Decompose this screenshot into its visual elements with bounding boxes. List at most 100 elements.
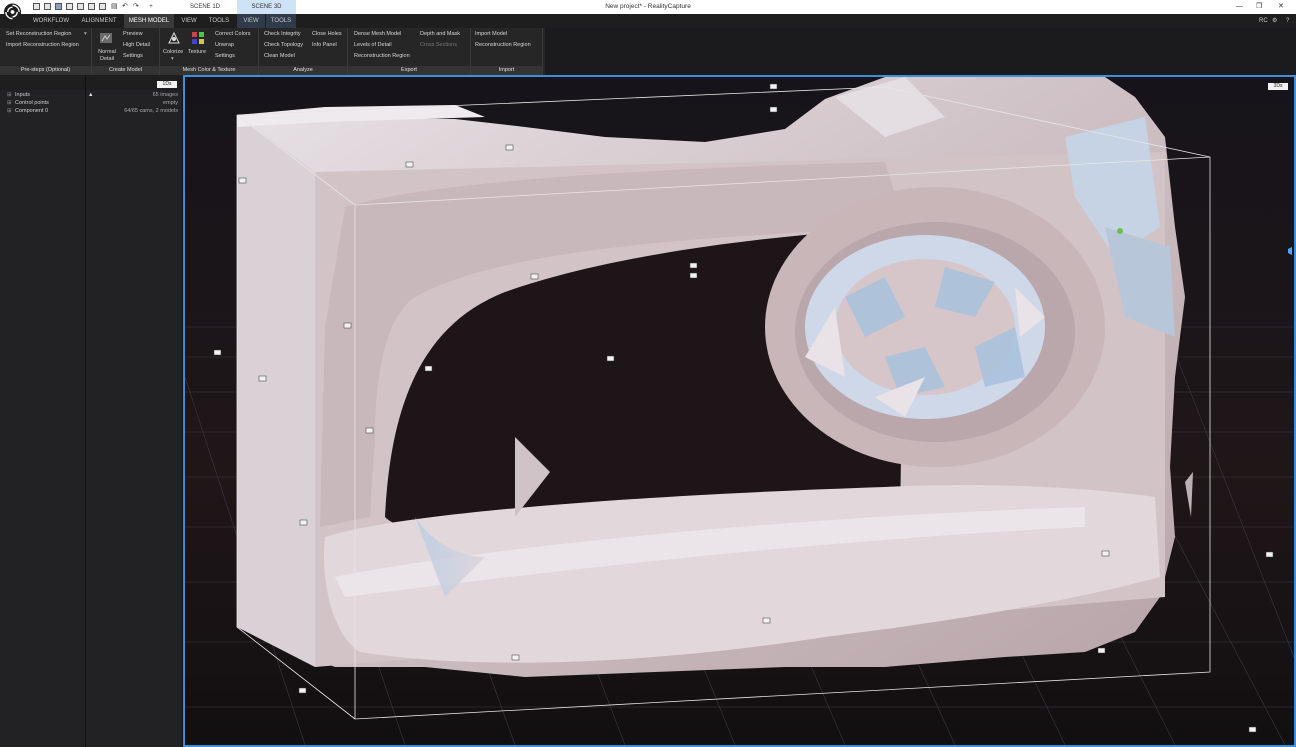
preview-button[interactable]: Preview <box>123 31 143 38</box>
camera-icon[interactable] <box>689 262 698 269</box>
expand-icon[interactable]: ⊞ <box>7 108 12 115</box>
camera-icon[interactable] <box>1265 551 1274 558</box>
project-tree-panel: 1Ds ⊞ Inputs ▲ 65 images ⊞ Control point… <box>0 75 183 747</box>
tab-tools[interactable]: TOOLS <box>204 14 234 28</box>
cross-sections-button[interactable]: Cross Sections <box>420 42 457 49</box>
camera-icon[interactable] <box>1097 647 1106 654</box>
normal-detail-icon[interactable] <box>99 31 113 45</box>
camera-icon[interactable] <box>238 177 247 184</box>
mesh-model[interactable] <box>237 77 1193 677</box>
tree-value-control-points: empty <box>163 100 178 106</box>
texture-icon[interactable] <box>191 31 205 45</box>
camera-icon[interactable] <box>343 322 352 329</box>
normal-detail-label-1[interactable]: Normal <box>97 49 117 56</box>
camera-icon[interactable] <box>769 83 778 90</box>
group-caption: Analyze <box>259 66 347 75</box>
main-tab-bar: WORKFLOW ALIGNMENT MESH MODEL VIEW TOOLS… <box>0 14 1296 28</box>
create-settings-button[interactable]: Settings <box>123 53 143 60</box>
camera-icon[interactable] <box>213 349 222 356</box>
dropdown-arrow-icon[interactable]: ▾ <box>84 31 87 38</box>
tab-scene-tools[interactable]: TOOLS <box>266 14 296 28</box>
minimize-icon[interactable]: — <box>1236 0 1243 14</box>
selected-camera-icon[interactable] <box>1117 228 1123 234</box>
colorize-dropdown-icon[interactable]: ▾ <box>171 56 174 63</box>
column-separator[interactable] <box>85 75 86 747</box>
warning-icon: ▲ <box>88 92 94 98</box>
close-holes-button[interactable]: Close Holes <box>312 31 342 38</box>
group-export: Dense Mesh Model Levels of Detail Recons… <box>348 28 471 75</box>
camera-icon[interactable] <box>298 687 307 694</box>
texture-settings-button[interactable]: Settings <box>215 53 235 60</box>
tree-item-component[interactable]: Component 0 <box>15 108 48 115</box>
viewport-3d[interactable]: 3Ds <box>183 75 1296 747</box>
import-reconstruction-region-button[interactable]: Import Reconstruction Region <box>6 42 79 49</box>
expand-icon[interactable]: ⊞ <box>7 100 12 107</box>
camera-icon[interactable] <box>299 519 308 526</box>
realitycapture-logo-icon[interactable] <box>3 2 22 22</box>
view-1ds-button[interactable]: 1Ds <box>157 81 177 88</box>
camera-icon[interactable] <box>258 375 267 382</box>
expand-icon[interactable]: ⊞ <box>7 92 12 99</box>
colorize-button[interactable]: Colorize <box>163 49 183 56</box>
clean-model-button[interactable]: Clean Model <box>264 53 295 60</box>
user-badge[interactable]: RC <box>1259 14 1268 28</box>
view-3ds-button[interactable]: 3Ds <box>1268 83 1288 90</box>
settings-icon[interactable]: ⚙ <box>1272 14 1277 28</box>
correct-colors-button[interactable]: Correct Colors <box>215 31 250 38</box>
high-detail-button[interactable]: High Detail <box>123 42 150 49</box>
camera-icon[interactable] <box>365 427 374 434</box>
tab-scene-view[interactable]: VIEW <box>237 14 265 28</box>
camera-icon[interactable] <box>1101 550 1110 557</box>
import-region-button[interactable]: Reconstruction Region <box>475 42 531 49</box>
camera-icon[interactable] <box>606 355 615 362</box>
maximize-icon[interactable]: ❐ <box>1256 0 1262 14</box>
group-analyze: Check Integrity Check Topology Clean Mod… <box>259 28 348 75</box>
group-create-model: Normal Detail Preview High Detail Settin… <box>92 28 160 75</box>
set-reconstruction-region-button[interactable]: Set Reconstruction Region <box>6 31 71 38</box>
tab-workflow[interactable]: WORKFLOW <box>28 14 74 28</box>
camera-icon[interactable] <box>762 617 771 624</box>
camera-icon[interactable] <box>1248 726 1257 733</box>
scene-3d-canvas[interactable] <box>185 77 1294 745</box>
tree-item-control-points[interactable]: Control points <box>15 100 49 107</box>
group-pre-steps: Set Reconstruction Region Import Reconst… <box>0 28 92 75</box>
group-caption: Export <box>348 66 470 75</box>
tab-alignment[interactable]: ALIGNMENT <box>78 14 120 28</box>
info-panel-button[interactable]: Info Panel <box>312 42 337 49</box>
texture-button[interactable]: Texture <box>188 49 206 56</box>
depth-and-mask-button[interactable]: Depth and Mask <box>420 31 460 38</box>
help-icon[interactable]: ? <box>1286 14 1289 28</box>
check-topology-button[interactable]: Check Topology <box>264 42 303 49</box>
normal-detail-label-2[interactable]: Detail <box>97 56 117 63</box>
group-caption: Pre-steps (Optional) <box>0 66 91 75</box>
group-mesh-color-texture: Colorize ▾ Texture Correct Colors Unwrap… <box>160 28 259 75</box>
group-caption: Create Model <box>92 66 159 75</box>
colorize-icon[interactable] <box>167 31 181 45</box>
close-icon[interactable]: ✕ <box>1278 0 1284 14</box>
unwrap-button[interactable]: Unwrap <box>215 42 234 49</box>
camera-icon[interactable] <box>424 365 433 372</box>
tree-item-inputs[interactable]: Inputs <box>15 92 30 99</box>
panel-header <box>0 75 183 90</box>
window-title: New project* - RealityCapture <box>605 3 691 10</box>
group-caption: Import <box>471 66 542 75</box>
check-integrity-button[interactable]: Check Integrity <box>264 31 301 38</box>
import-model-button[interactable]: Import Model <box>475 31 507 38</box>
title-bar: ▤ ↶ ↷ + SCENE 1D SCENE 3D New project* -… <box>0 0 1296 21</box>
dense-mesh-model-button[interactable]: Dense Mesh Model <box>354 31 401 38</box>
camera-icon[interactable] <box>689 272 698 279</box>
camera-icon[interactable] <box>769 106 778 113</box>
ribbon: Set Reconstruction Region Import Reconst… <box>0 28 545 75</box>
camera-icon[interactable] <box>505 144 514 151</box>
export-reconstruction-region-button[interactable]: Reconstruction Region <box>354 53 410 60</box>
camera-icon[interactable] <box>511 654 520 661</box>
tree-value-component: 64/65 cams, 2 models <box>124 108 178 114</box>
tab-mesh-model[interactable]: MESH MODEL <box>124 14 174 28</box>
tree-value-inputs: 65 images <box>152 92 178 98</box>
camera-icon[interactable] <box>530 273 539 280</box>
camera-icon[interactable] <box>405 161 414 168</box>
levels-of-detail-button[interactable]: Levels of Detail <box>354 42 392 49</box>
group-import: Import Model Reconstruction Region Impor… <box>471 28 543 75</box>
group-caption: Mesh Color & Texture <box>160 66 258 75</box>
tab-view[interactable]: VIEW <box>178 14 200 28</box>
